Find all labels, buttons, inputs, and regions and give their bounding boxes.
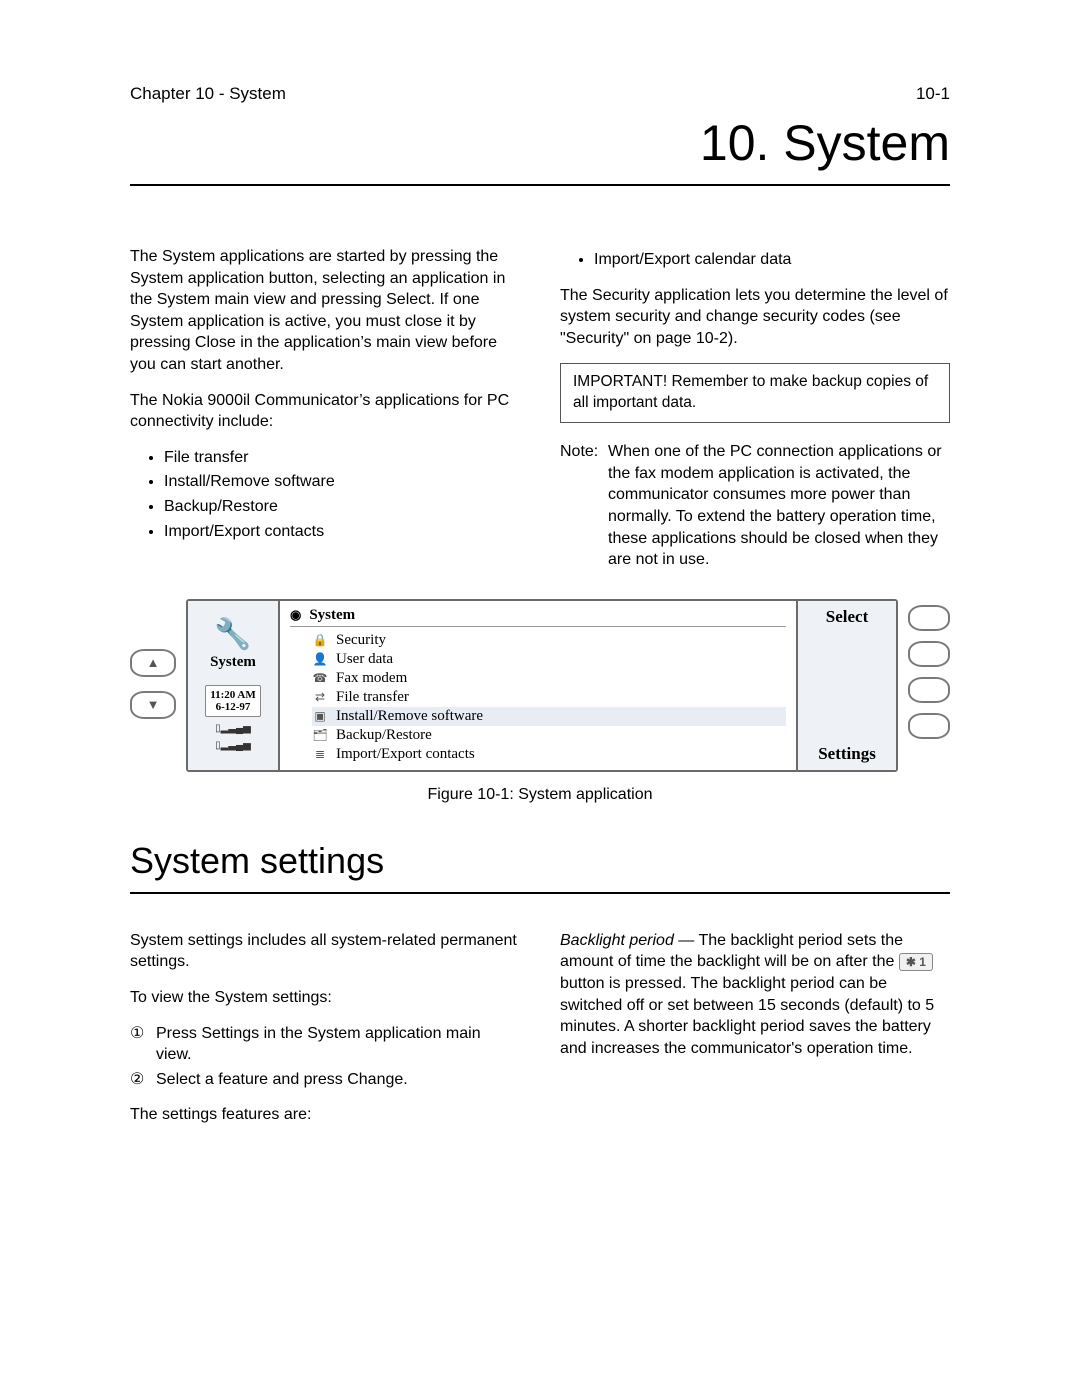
list-item: Backup/Restore xyxy=(336,727,432,744)
device-time: 11:20 AM xyxy=(210,689,256,701)
up-arrow-button: ▲ xyxy=(130,649,176,677)
list-item: File transfer xyxy=(336,689,409,706)
header-right: 10-1 xyxy=(916,84,950,104)
list-item: Security xyxy=(336,632,386,649)
physical-button-column-right xyxy=(908,605,950,739)
device-left-label: System xyxy=(210,654,256,671)
device-clock: 11:20 AM 6-12-97 xyxy=(205,685,261,717)
gear-icon: ◉ xyxy=(290,607,301,623)
device-softkey-panel: Select Settings xyxy=(796,601,896,770)
list-item: Import/Export contacts xyxy=(164,521,520,543)
device-left-panel: 🔧 System 11:20 AM 6-12-97 ▯▂▃▄▅ ▯▂▃▄▅ xyxy=(188,601,280,770)
list-item: Backup/Restore xyxy=(164,496,520,518)
note-label: Note: xyxy=(560,441,608,571)
down-arrow-button: ▼ xyxy=(130,691,176,719)
signal-indicators: ▯▂▃▄▅ xyxy=(215,740,251,751)
important-text: IMPORTANT! Remember to make backup copie… xyxy=(573,373,928,411)
device-screenshot: 🔧 System 11:20 AM 6-12-97 ▯▂▃▄▅ ▯▂▃▄▅ ◉ … xyxy=(186,599,898,772)
settings-features-lead: The settings features are: xyxy=(130,1104,520,1126)
contacts-icon: ≣ xyxy=(312,747,328,762)
divider xyxy=(130,184,950,186)
softkey-button-1 xyxy=(908,605,950,631)
header-left: Chapter 10 - System xyxy=(130,84,286,104)
step-2: Select a feature and press Change. xyxy=(156,1069,408,1091)
device-date: 6-12-97 xyxy=(210,701,256,713)
pc-connectivity-list-cont: Import/Export calendar data xyxy=(560,249,950,271)
install-icon: ▣ xyxy=(312,709,328,724)
list-item: File transfer xyxy=(164,447,520,469)
column-left: The System applications are started by p… xyxy=(130,246,520,571)
pc-connectivity-list: File transfer Install/Remove software Ba… xyxy=(130,447,520,542)
backlight-text-b: button is pressed. The backlight period … xyxy=(560,975,934,1057)
backup-icon: 🗂 xyxy=(312,728,328,743)
running-header: Chapter 10 - System 10-1 xyxy=(130,84,950,104)
softkey-button-2 xyxy=(908,641,950,667)
settings-howto: To view the System settings: xyxy=(130,987,520,1009)
list-item: User data xyxy=(336,651,393,668)
settings-intro: System settings includes all system-rela… xyxy=(130,930,520,973)
system-app-list: 🔒 Security 👤 User data ☎ Fax modem ⇄ File tr… xyxy=(290,631,786,764)
step-number-1: ① xyxy=(130,1023,148,1066)
step-number-2: ② xyxy=(130,1069,148,1091)
section-title: System settings xyxy=(130,840,950,882)
list-item: Fax modem xyxy=(336,670,407,687)
softkey-select: Select xyxy=(826,607,868,627)
physical-button-column: ▲ ▼ xyxy=(130,649,176,719)
intro-paragraph-1: The System applications are started by p… xyxy=(130,246,520,376)
list-item: Install/Remove software xyxy=(164,471,520,493)
note-body: When one of the PC connection applicatio… xyxy=(608,441,950,571)
column-right-2: Backlight period — The backlight period … xyxy=(560,930,950,1140)
key-icon: ✱ 1 xyxy=(899,953,933,971)
note: Note: When one of the PC connection appl… xyxy=(560,441,950,571)
divider xyxy=(130,892,950,894)
important-box: IMPORTANT! Remember to make backup copie… xyxy=(560,363,950,423)
list-item: Import/Export contacts xyxy=(336,746,475,763)
softkey-button-3 xyxy=(908,677,950,703)
transfer-icon: ⇄ xyxy=(312,690,328,705)
device-main-view: ◉ System 🔒 Security 👤 User data ☎ Fax modem… xyxy=(280,601,796,770)
column-right: Import/Export calendar data The Security… xyxy=(560,246,950,571)
figure-caption: Figure 10-1: System application xyxy=(130,786,950,804)
step-1: Press Settings in the System application… xyxy=(156,1023,520,1066)
list-item: Install/Remove software xyxy=(336,708,483,725)
security-paragraph: The Security application lets you determ… xyxy=(560,285,950,350)
list-item: Import/Export calendar data xyxy=(594,249,950,271)
battery-indicators: ▯▂▃▄▅ xyxy=(215,723,251,734)
term-backlight-period: Backlight period xyxy=(560,932,674,949)
lock-icon: 🔒 xyxy=(312,633,328,648)
user-icon: 👤 xyxy=(312,652,328,667)
modem-icon: ☎ xyxy=(312,671,328,686)
device-title: System xyxy=(309,607,355,624)
softkey-button-4 xyxy=(908,713,950,739)
figure-10-1: ▲ ▼ 🔧 System 11:20 AM 6-12-97 ▯▂▃▄▅ ▯▂▃▄… xyxy=(130,599,950,772)
backlight-paragraph: Backlight period — The backlight period … xyxy=(560,930,950,1060)
softkey-settings: Settings xyxy=(818,744,876,764)
wrench-icon: 🔧 xyxy=(214,620,251,650)
page-title: 10. System xyxy=(130,114,950,172)
column-left-2: System settings includes all system-rela… xyxy=(130,930,520,1140)
intro-paragraph-2: The Nokia 9000il Communicator’s applicat… xyxy=(130,390,520,433)
